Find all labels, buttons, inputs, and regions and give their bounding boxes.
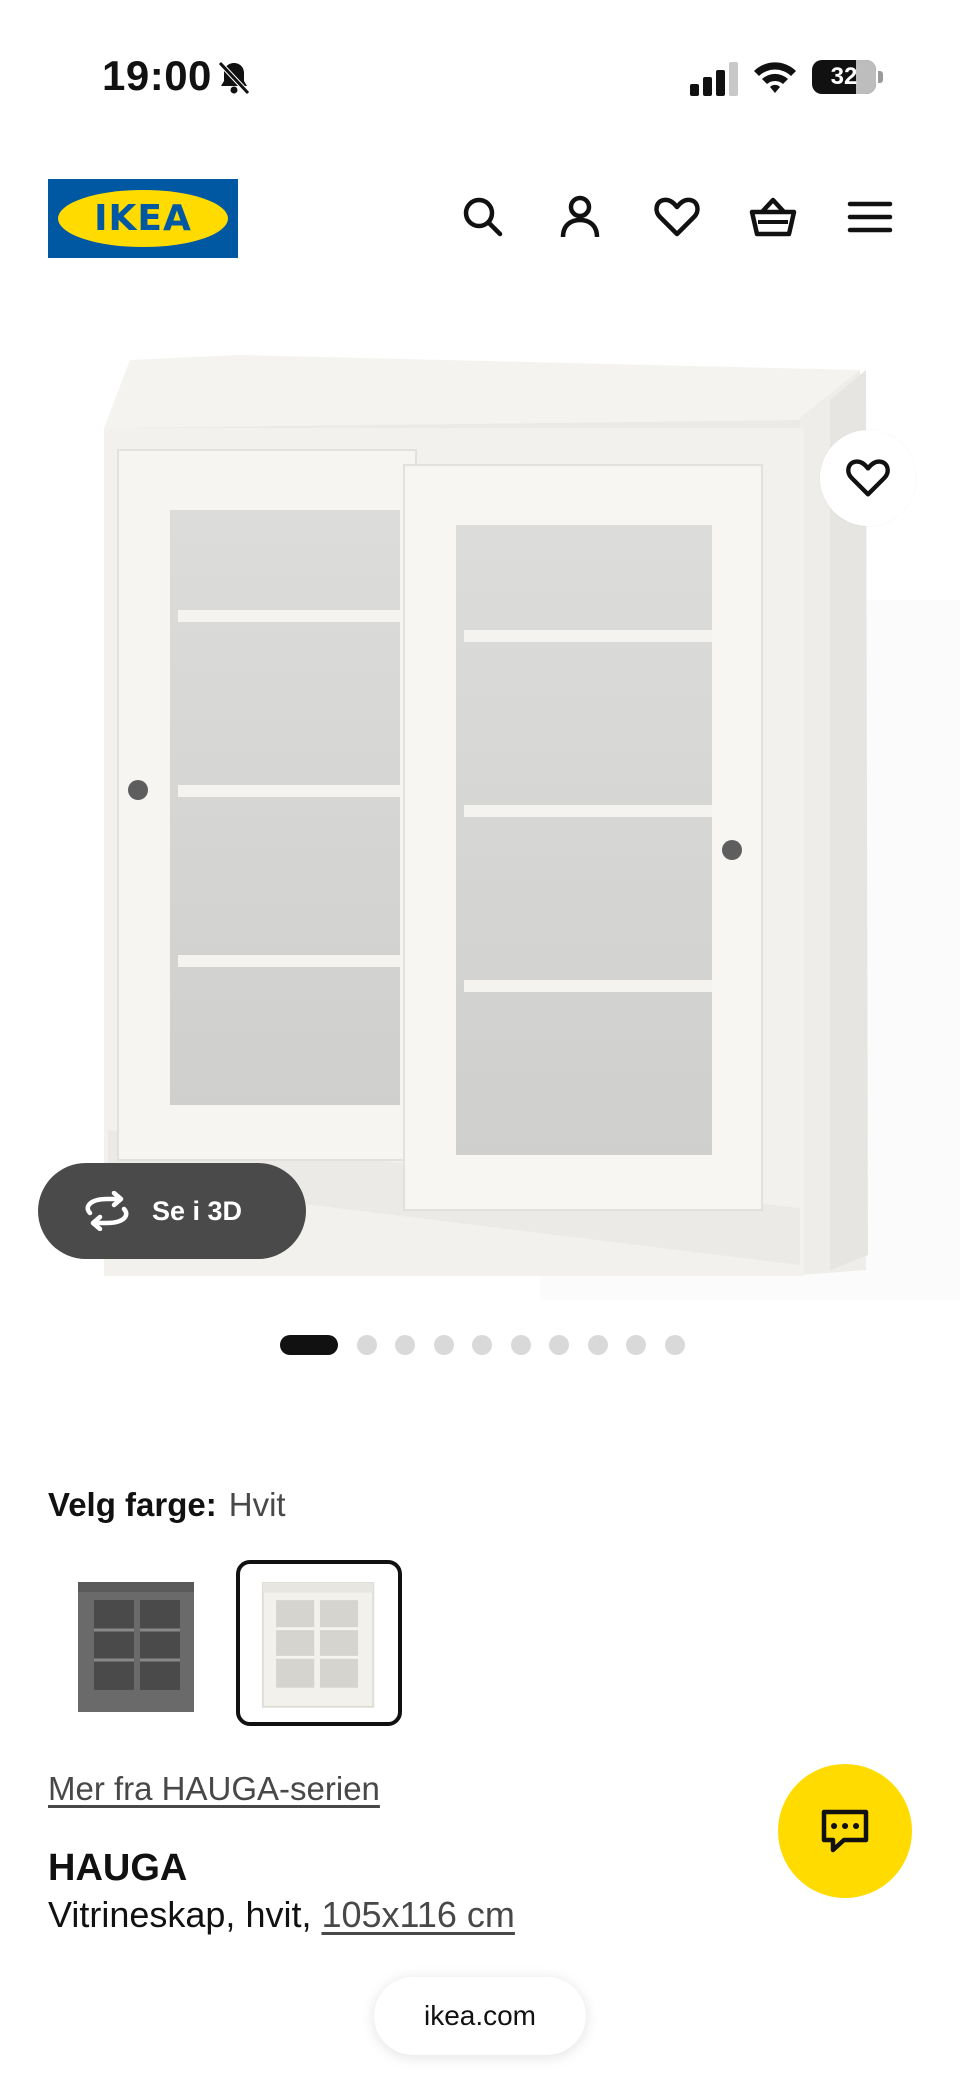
- pagination-dot[interactable]: [626, 1335, 646, 1355]
- signal-icon: [690, 62, 738, 96]
- color-option-white[interactable]: [236, 1560, 402, 1726]
- status-bar: 19:00 32: [0, 0, 960, 150]
- product-name: HAUGA: [48, 1847, 188, 1889]
- menu-icon[interactable]: [845, 192, 895, 242]
- browser-url-bar[interactable]: ikea.com: [374, 1977, 586, 2055]
- view-in-3d-label: Se i 3D: [152, 1196, 243, 1226]
- add-to-wishlist-button[interactable]: [820, 430, 916, 526]
- ikea-logo[interactable]: IKEA: [48, 179, 238, 258]
- wifi-icon: [754, 62, 796, 93]
- pagination-dot[interactable]: [664, 1335, 685, 1355]
- battery-icon: 32: [812, 60, 883, 94]
- cart-icon[interactable]: [748, 192, 798, 242]
- color-selector-label: Velg farge:: [48, 1486, 217, 1523]
- heart-icon[interactable]: [652, 192, 702, 242]
- bell-slash-icon: [218, 61, 250, 95]
- heart-icon: [846, 459, 890, 497]
- product-image-gallery[interactable]: Se i 3D: [0, 300, 960, 1320]
- view-in-3d-button[interactable]: Se i 3D: [38, 1163, 306, 1259]
- site-header: IKEA: [0, 170, 960, 270]
- pagination-dot[interactable]: [549, 1335, 569, 1355]
- color-option-gray[interactable]: [56, 1560, 222, 1726]
- pagination-dot[interactable]: [395, 1335, 415, 1355]
- search-icon[interactable]: [458, 192, 508, 242]
- account-icon[interactable]: [555, 192, 605, 242]
- logo-text: IKEA: [94, 198, 192, 239]
- series-link[interactable]: Mer fra HAUGA-serien: [48, 1770, 380, 1808]
- chat-button[interactable]: [778, 1764, 912, 1898]
- chat-icon: [821, 1809, 869, 1853]
- pagination-dot-active[interactable]: [280, 1335, 338, 1355]
- product-description: Vitrineskap, hvit, 105x116 cm: [48, 1894, 515, 1936]
- status-time: 19:00: [102, 52, 212, 99]
- rotate-3d-icon: [85, 1191, 129, 1231]
- color-selected-value: Hvit: [228, 1486, 286, 1523]
- product-description-text: Vitrineskap, hvit,: [48, 1894, 322, 1935]
- pagination-dot[interactable]: [587, 1335, 608, 1355]
- pagination-dot[interactable]: [356, 1335, 377, 1355]
- battery-percent: 32: [830, 63, 858, 90]
- color-option-gray-image: [78, 1582, 194, 1712]
- product-size-link[interactable]: 105x116 cm: [321, 1894, 514, 1935]
- pagination-dot[interactable]: [472, 1335, 492, 1355]
- color-option-white-image: [261, 1582, 375, 1708]
- color-selector-title: Velg farge: Hvit: [48, 1486, 286, 1524]
- pagination-dot[interactable]: [510, 1335, 531, 1355]
- pagination-dot[interactable]: [433, 1335, 454, 1355]
